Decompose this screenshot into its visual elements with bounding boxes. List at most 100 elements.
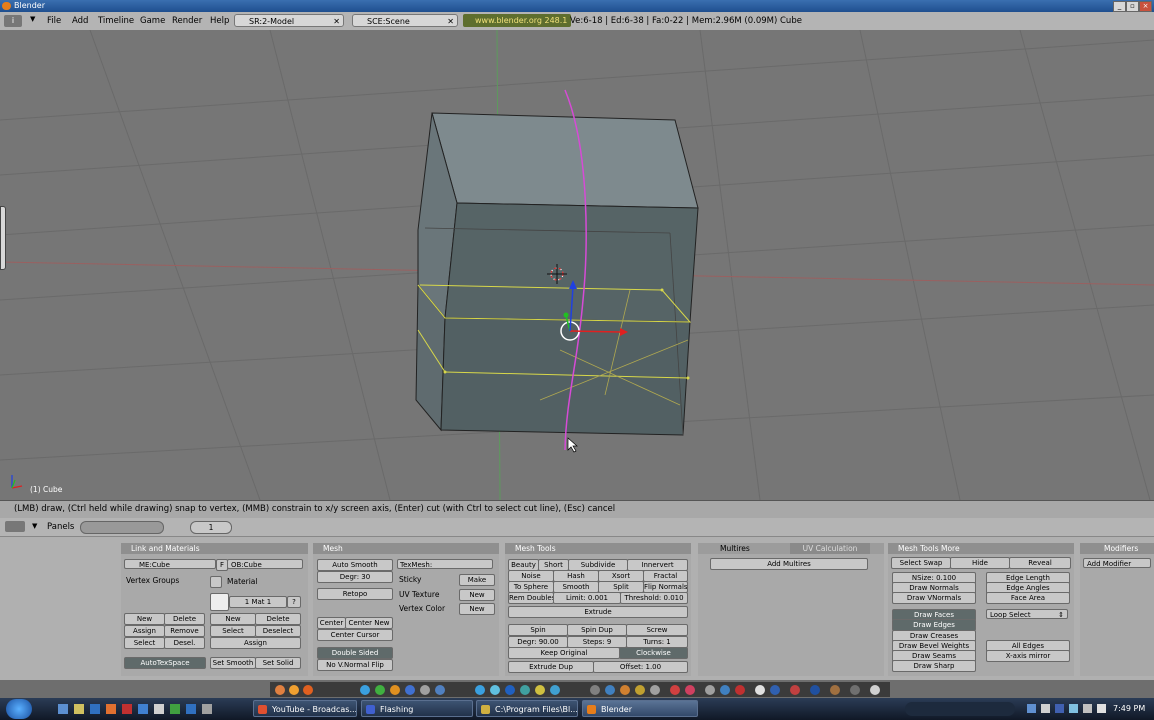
mat-deselect-button[interactable]: Deselect [255,625,301,637]
screen-selector[interactable]: SR:2-Model ✕ [234,14,344,27]
retopo-toggle[interactable]: Retopo [317,588,393,600]
context-icon-row[interactable] [80,521,164,534]
no-vnormal-flip-toggle[interactable]: No V.Normal Flip [317,659,393,671]
panel-title[interactable]: Mesh Tools More [888,543,1074,554]
quick-launch-tray[interactable] [56,703,236,715]
vg-delete-button[interactable]: Delete [164,613,205,625]
spin-dup-button[interactable]: Spin Dup [567,624,627,636]
vg-select-button[interactable]: Select [124,637,165,649]
menu-render[interactable]: Render [172,15,202,27]
menu-help[interactable]: Help [210,15,229,27]
vg-remove-button[interactable]: Remove [164,625,205,637]
loop-select-menu[interactable]: Loop Select ⇕ [986,609,1068,619]
center-cursor-button[interactable]: Center Cursor [317,629,393,641]
frame-number-field[interactable]: 1 [190,521,232,534]
rem-doubles-button[interactable]: Rem Doubles [508,592,554,604]
draw-sharp-toggle[interactable]: Draw Sharp [892,660,976,672]
clockwise-toggle[interactable]: Clockwise [619,647,688,659]
mat-new-button[interactable]: New [210,613,256,625]
close-icon[interactable]: ✕ [447,15,454,28]
vertex[interactable] [443,370,447,374]
center-new-button[interactable]: Center New [345,617,393,629]
quick-launch-icons[interactable] [270,682,890,697]
extrude-dup-button[interactable]: Extrude Dup [508,661,594,673]
threshold-field[interactable]: Threshold: 0.010 [620,592,688,604]
hide-button[interactable]: Hide [950,557,1010,569]
double-sided-toggle[interactable]: Double Sided [317,647,393,659]
tab-uv-calculation[interactable]: UV Calculation [790,543,870,554]
version-badge[interactable]: www.blender.org 248.1 [463,14,572,27]
offset-field[interactable]: Offset: 1.00 [593,661,688,673]
system-tray-icons[interactable] [1025,702,1110,716]
sticky-make-button[interactable]: Make [459,574,495,586]
menu-game[interactable]: Game [140,15,165,27]
panel-title[interactable]: Link and Materials [121,543,308,554]
face-area-toggle[interactable]: Face Area [986,592,1070,604]
quick-launch-bar [270,682,890,697]
window-type-icon[interactable] [5,521,25,532]
3d-viewport[interactable]: (1) Cube [0,30,1154,500]
close-button[interactable]: × [1139,1,1152,12]
xaxis-mirror-toggle[interactable]: X-axis mirror [986,650,1070,662]
mat-select-button[interactable]: Select [210,625,256,637]
extrude-button[interactable]: Extrude [508,606,688,618]
media-player-controls[interactable] [905,702,1015,716]
window-titlebar: Blender _ ▫ × [0,0,1154,12]
autotexspace-toggle[interactable]: AutoTexSpace [124,657,206,669]
menu-timeline[interactable]: Timeline [98,15,134,27]
viewport-canvas[interactable] [0,30,1154,500]
task-blender[interactable]: Blender [582,700,698,717]
vertex[interactable] [686,376,690,380]
vg-new-button[interactable]: New [124,613,165,625]
mat-assign-button[interactable]: Assign [210,637,301,649]
set-smooth-button[interactable]: Set Smooth [210,657,256,669]
window-type-icon[interactable]: i [4,15,22,27]
tab-multires[interactable]: Multires [720,543,750,554]
screw-button[interactable]: Screw [626,624,688,636]
mesh-datablock-field[interactable]: ME:Cube [124,559,216,569]
panel-title[interactable]: Mesh Tools [505,543,691,554]
mouse-pointer-icon [567,437,578,453]
minimize-button[interactable]: _ [1113,1,1126,12]
reveal-button[interactable]: Reveal [1009,557,1071,569]
object-datablock-field[interactable]: OB:Cube [227,559,303,569]
toolshelf-tab[interactable] [0,206,6,270]
texmesh-field[interactable]: TexMesh: [397,559,493,569]
material-index-field[interactable]: 1 Mat 1 [229,596,287,608]
select-swap-button[interactable]: Select Swap [891,557,951,569]
auto-smooth-toggle[interactable]: Auto Smooth [317,559,393,571]
collapse-menu-icon[interactable]: ▼ [32,522,37,530]
task-youtube[interactable]: YouTube - Broadcas... [253,700,357,717]
window-title: Blender [14,1,45,10]
vertex-color-new-button[interactable]: New [459,603,495,615]
center-button[interactable]: Center [317,617,346,629]
panels-menu[interactable]: Panels [47,522,74,532]
cube-top-face [431,112,699,209]
panel-title[interactable]: Modifiers [1080,543,1154,554]
set-solid-button[interactable]: Set Solid [255,657,301,669]
vertex-group-menu[interactable] [210,576,222,588]
task-flashing[interactable]: Flashing [361,700,473,717]
vertex[interactable] [660,288,664,292]
uv-texture-new-button[interactable]: New [459,589,495,601]
vg-assign-button[interactable]: Assign [124,625,165,637]
add-multires-button[interactable]: Add Multires [710,558,868,570]
material-help-button[interactable]: ? [287,596,301,608]
task-explorer[interactable]: C:\Program Files\Bl... [476,700,578,717]
panel-title[interactable]: Mesh [313,543,499,554]
menu-add[interactable]: Add [72,15,88,27]
scene-selector[interactable]: SCE:Scene ✕ [352,14,458,27]
vg-deselect-button[interactable]: Desel. [164,637,205,649]
keep-original-toggle[interactable]: Keep Original [508,647,620,659]
start-button[interactable] [6,699,32,719]
spin-button[interactable]: Spin [508,624,568,636]
maximize-button[interactable]: ▫ [1126,1,1139,12]
menu-file[interactable]: File [47,15,61,27]
limit-field[interactable]: Limit: 0.001 [553,592,621,604]
mat-delete-button[interactable]: Delete [255,613,301,625]
collapse-menu-icon[interactable]: ▼ [30,15,35,23]
auto-smooth-degree-field[interactable]: Degr: 30 [317,571,393,583]
close-icon[interactable]: ✕ [333,15,340,28]
add-modifier-menu[interactable]: Add Modifier [1083,558,1151,568]
draw-vnormals-toggle[interactable]: Draw VNormals [892,592,976,604]
